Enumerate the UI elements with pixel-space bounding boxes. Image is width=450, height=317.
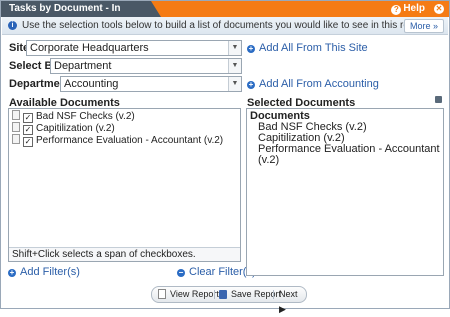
add-filters-link[interactable]: + Add Filter(s) xyxy=(8,266,80,278)
plus-icon: + xyxy=(247,80,255,89)
list-item[interactable]: ✓ Bad NSF Checks (v.2) xyxy=(12,110,240,123)
info-text: Use the selection tools below to build a… xyxy=(22,20,429,31)
chevron-down-icon: » xyxy=(433,21,439,31)
more-button[interactable]: More » xyxy=(404,19,444,33)
more-label: More xyxy=(409,21,431,31)
site-select-value: Corporate Headquarters xyxy=(30,42,149,54)
info-bar: i Use the selection tools below to build… xyxy=(2,17,448,35)
report-window: Tasks by Document - In Approval ?Help ✕ … xyxy=(0,0,450,314)
list-item[interactable]: ✓ Capitilization (v.2) xyxy=(12,122,240,135)
minus-icon: − xyxy=(177,268,185,277)
list-item-label: Capitilization (v.2) xyxy=(36,123,115,134)
document-icon xyxy=(12,134,20,144)
plus-icon: + xyxy=(247,44,255,53)
document-icon xyxy=(158,289,166,299)
title-bar: Tasks by Document - In Approval ?Help ✕ xyxy=(1,1,449,30)
chevron-down-icon: ▼ xyxy=(228,41,241,55)
available-documents-panel: ✓ Bad NSF Checks (v.2) ✓ Capitilization (v… xyxy=(8,108,241,262)
action-bar: View Report Save Report Next ▶ xyxy=(151,286,307,314)
trash-icon[interactable] xyxy=(435,96,442,103)
help-icon: ? xyxy=(391,5,402,15)
checkbox[interactable]: ✓ xyxy=(23,137,33,147)
selected-documents-panel: Documents Bad NSF Checks (v.2) Capitiliz… xyxy=(246,108,444,276)
site-select[interactable]: Corporate Headquarters ▼ xyxy=(26,40,242,56)
select-by-value: Department xyxy=(54,60,112,72)
add-all-department-label: Add All From Accounting xyxy=(259,78,379,90)
chevron-down-icon: ▼ xyxy=(228,77,241,91)
add-all-site-label: Add All From This Site xyxy=(259,42,368,54)
divider xyxy=(273,290,274,299)
chevron-right-icon: ▶ xyxy=(279,304,286,314)
view-report-button[interactable]: View Report xyxy=(158,287,219,302)
next-label: Next xyxy=(279,289,298,299)
department-value: Accounting xyxy=(64,78,119,90)
document-icon xyxy=(12,122,20,132)
help-button[interactable]: ? Help xyxy=(391,1,425,17)
add-all-department-link[interactable]: + Add All From Accounting xyxy=(247,78,379,90)
add-filters-label: Add Filter(s) xyxy=(20,266,80,278)
window-title: Tasks by Document - In Approval xyxy=(1,1,161,30)
info-icon: i xyxy=(8,21,17,30)
select-by-select[interactable]: Department ▼ xyxy=(50,58,242,74)
selected-item[interactable]: Performance Evaluation - Accountant (v.2… xyxy=(250,144,443,166)
chevron-down-icon: ▼ xyxy=(228,59,241,73)
divider xyxy=(214,290,215,299)
clear-filters-link[interactable]: − Clear Filter(s) xyxy=(177,266,256,278)
view-report-label: View Report xyxy=(170,289,219,299)
plus-icon: + xyxy=(8,268,16,277)
next-button[interactable]: Next ▶ xyxy=(279,287,306,314)
department-select[interactable]: Accounting ▼ xyxy=(60,76,242,92)
help-label: Help xyxy=(403,3,425,14)
selection-hint: Shift+Click selects a span of checkboxes… xyxy=(9,247,240,261)
save-icon xyxy=(219,290,227,299)
list-item-label: Bad NSF Checks (v.2) xyxy=(36,111,135,122)
document-icon xyxy=(12,110,20,120)
add-all-site-link[interactable]: + Add All From This Site xyxy=(247,42,368,54)
save-report-button[interactable]: Save Report xyxy=(219,287,281,302)
list-item-label: Performance Evaluation - Accountant (v.2… xyxy=(36,135,224,146)
close-icon[interactable]: ✕ xyxy=(434,4,444,14)
list-item[interactable]: ✓ Performance Evaluation - Accountant (v.… xyxy=(12,134,240,147)
